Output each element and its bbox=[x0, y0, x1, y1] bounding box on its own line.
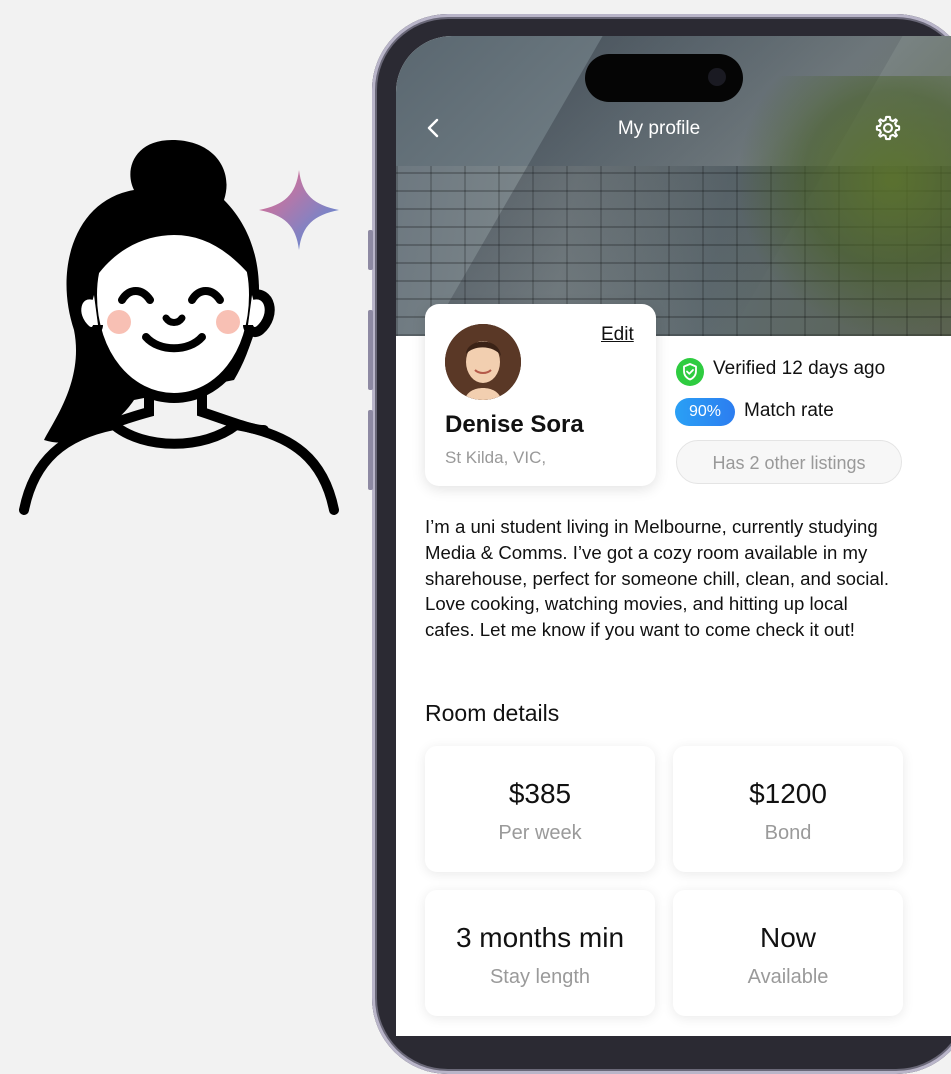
detail-card-available: Now Available bbox=[673, 890, 903, 1016]
room-details-title: Room details bbox=[425, 700, 560, 726]
verified-shield-icon bbox=[676, 358, 704, 386]
front-camera bbox=[708, 68, 726, 86]
detail-value: 3 months min bbox=[455, 922, 625, 953]
detail-label: Bond bbox=[764, 822, 812, 844]
user-location: St Kilda, VIC, bbox=[445, 448, 547, 467]
gear-icon[interactable] bbox=[874, 114, 902, 142]
edit-profile-link[interactable]: Edit bbox=[601, 324, 634, 346]
detail-card-bond: $1200 Bond bbox=[673, 746, 903, 872]
detail-label: Stay length bbox=[489, 966, 591, 988]
detail-card-stay-length: 3 months min Stay length bbox=[425, 890, 655, 1016]
detail-value: Now bbox=[759, 922, 816, 953]
phone-side-button bbox=[368, 310, 373, 390]
user-name: Denise Sora bbox=[445, 411, 584, 438]
avatar bbox=[445, 324, 521, 400]
phone-screen: My profile Edit Denise Sora St Kilda, VI… bbox=[396, 36, 951, 1036]
sparkle-icon bbox=[259, 170, 339, 250]
phone-side-button bbox=[368, 410, 373, 490]
profile-card: Edit Denise Sora St Kilda, VIC, bbox=[425, 304, 656, 486]
detail-label: Per week bbox=[498, 822, 582, 844]
page-title: My profile bbox=[617, 118, 701, 139]
detail-value: $385 bbox=[508, 778, 572, 809]
other-listings-button[interactable]: Has 2 other listings bbox=[676, 440, 902, 484]
match-rate-label: Match rate bbox=[744, 400, 834, 421]
detail-card-price: $385 Per week bbox=[425, 746, 655, 872]
girl-avatar-illustration bbox=[19, 140, 339, 515]
verified-status: Verified 12 days ago bbox=[713, 358, 886, 379]
detail-label: Available bbox=[747, 966, 829, 988]
match-rate-badge: 90% bbox=[675, 398, 735, 426]
phone-side-button bbox=[368, 230, 373, 270]
bio-text: I’m a uni student living in Melbourne, c… bbox=[425, 516, 890, 641]
detail-value: $1200 bbox=[749, 778, 827, 809]
